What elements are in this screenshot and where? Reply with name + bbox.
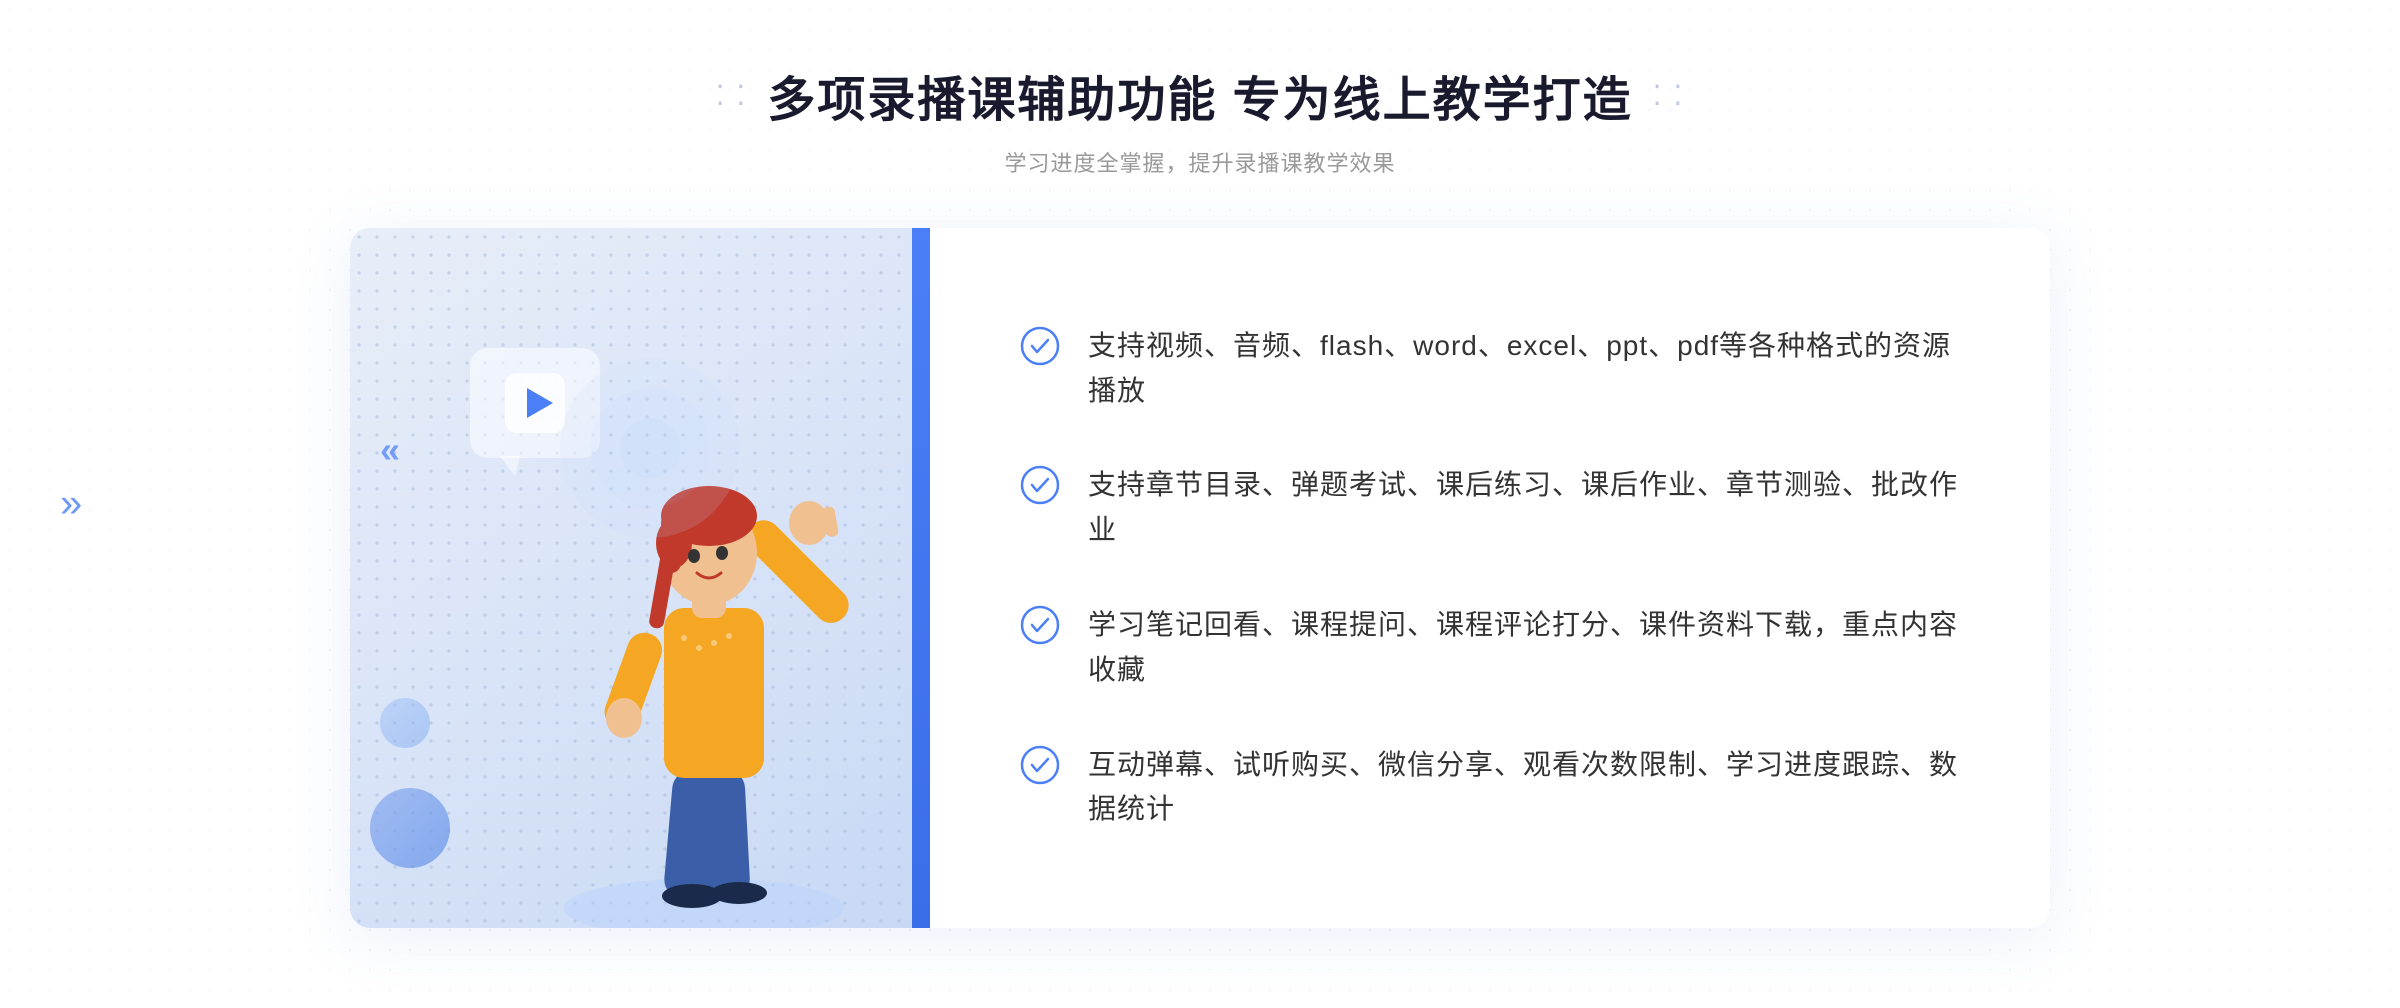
illustration-side: « xyxy=(350,228,930,928)
light-beam-svg xyxy=(550,348,750,548)
feature-text-3: 学习笔记回看、课程提问、课程评论打分、课件资料下载，重点内容收藏 xyxy=(1088,603,1970,693)
feature-item-3: 学习笔记回看、课程提问、课程评论打分、课件资料下载，重点内容收藏 xyxy=(1020,603,1970,693)
deco-circle-small xyxy=(380,698,430,748)
page-subtitle: 学习进度全掌握，提升录播课教学效果 xyxy=(716,146,1685,178)
feature-text-1: 支持视频、音频、flash、word、excel、ppt、pdf等各种格式的资源… xyxy=(1088,324,1970,414)
check-icon-1 xyxy=(1020,326,1060,366)
feature-text-4: 互动弹幕、试听购买、微信分享、观看次数限制、学习进度跟踪、数据统计 xyxy=(1088,743,1970,833)
feature-item-1: 支持视频、音频、flash、word、excel、ppt、pdf等各种格式的资源… xyxy=(1020,324,1970,414)
title-dots-right: ⁚ ⁚ xyxy=(1653,79,1685,112)
header-section: ⁚ ⁚ 多项录播课辅助功能 专为线上教学打造 ⁚ ⁚ 学习进度全掌握，提升录播课… xyxy=(716,60,1685,178)
feature-text-2: 支持章节目录、弹题考试、课后练习、课后作业、章节测验、批改作业 xyxy=(1088,463,1970,553)
check-icon-4 xyxy=(1020,745,1060,785)
content-card: « xyxy=(350,228,2050,928)
title-dots-left: ⁚ ⁚ xyxy=(716,79,748,112)
left-chevrons-decoration: « xyxy=(380,428,400,471)
check-icon-3 xyxy=(1020,605,1060,645)
features-side: 支持视频、音频、flash、word、excel、ppt、pdf等各种格式的资源… xyxy=(930,228,2050,928)
page-title: 多项录播课辅助功能 专为线上教学打造 xyxy=(767,60,1632,130)
page-wrapper: » ⁚ ⁚ 多项录播课辅助功能 专为线上教学打造 ⁚ ⁚ 学习进度全掌握，提升录… xyxy=(0,0,2400,1008)
check-icon-2 xyxy=(1020,465,1060,505)
blue-accent-bar xyxy=(912,228,930,928)
deco-circle-large xyxy=(370,788,450,868)
title-row: ⁚ ⁚ 多项录播课辅助功能 专为线上教学打造 ⁚ ⁚ xyxy=(716,60,1685,130)
feature-item-2: 支持章节目录、弹题考试、课后练习、课后作业、章节测验、批改作业 xyxy=(1020,463,1970,553)
left-arrow-decoration: » xyxy=(60,482,82,527)
feature-item-4: 互动弹幕、试听购买、微信分享、观看次数限制、学习进度跟踪、数据统计 xyxy=(1020,743,1970,833)
